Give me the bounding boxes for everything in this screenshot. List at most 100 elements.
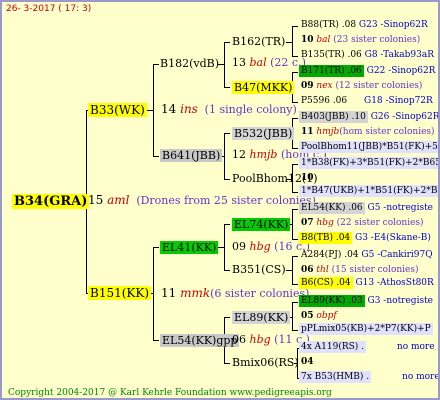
gen4-id[interactable]: B6(CS) .04 — [299, 277, 353, 289]
gen4-line: 09 — [301, 81, 314, 91]
gen2-c-breeder: hbg — [249, 240, 271, 253]
gen4-row: B88(TR) .08 G23 -Sinop62R — [301, 21, 428, 30]
gen4-origin: G3 -notregiste — [367, 296, 434, 306]
connector — [292, 118, 298, 119]
gen2-b-year: 12 — [232, 148, 246, 161]
connector — [292, 164, 298, 165]
gen4-row: 06 thl (15 sister colonies) — [301, 266, 419, 275]
gen4-origin: G23 -Sinop62R — [358, 20, 428, 30]
gen4-row: B171(TR) .06 G22 -Sinop62R — [299, 65, 436, 77]
gen4-row: 04 — [301, 358, 314, 367]
gen2-a-info: 13 bal (22 c.) — [232, 57, 306, 68]
root-info: 15 aml (Drones from 25 sister colonies) — [88, 194, 316, 206]
gen4-id[interactable]: B8(TB) .04 — [299, 232, 353, 244]
gen4-id[interactable]: P5596 .06 — [301, 96, 347, 106]
gen4-row: A284(PJ) .04 G5 -Cankiri97Q — [301, 251, 433, 260]
gen4-breeder: hbg — [316, 218, 334, 228]
gen4-id[interactable]: B88(TR) .08 — [301, 20, 356, 30]
connector — [153, 156, 159, 157]
gen4-id[interactable]: 7x B53(HMB) . — [299, 371, 372, 383]
gen4-breeder: obpf — [316, 311, 337, 321]
gen4-origin: G13 -AthosSt80R — [355, 278, 434, 288]
connector — [292, 302, 298, 303]
gen4-row: 4x A119(RS) . no more — [299, 341, 435, 353]
connector — [224, 270, 230, 271]
gen4-id[interactable]: pPLmix05(KB)+2*P7(KK)+P — [299, 323, 433, 335]
connector — [292, 330, 298, 331]
gen4-line: 04 — [301, 357, 314, 367]
gen4-note: (12 sister colonies) — [335, 81, 423, 91]
gen3-item[interactable]: Bmix06(RS) — [232, 357, 299, 368]
connector — [153, 64, 154, 156]
gen2-b[interactable]: B641(JBB) — [160, 149, 223, 162]
gen3-item[interactable]: EL89(KK) — [232, 311, 291, 324]
gen2-d-breeder: hbg — [249, 333, 271, 346]
gen4-id[interactable]: EL89(KK) .03 — [299, 295, 365, 307]
gen4-row: PoolBhom11(JBB)*B51(FK)+5 — [299, 141, 438, 153]
gen4-breeder: hmjb — [316, 127, 340, 137]
gen4-id[interactable]: PoolBhom11(JBB)*B51(FK)+5 — [299, 141, 438, 153]
connector — [224, 179, 230, 180]
connector — [224, 42, 225, 87]
gen4-id[interactable]: 1*B47(UKB)+1*B51(FK)+2*B65(FK) — [299, 185, 438, 197]
connector — [292, 302, 293, 330]
date-stamp: 26- 3-2017 ( 17: 3) — [6, 4, 92, 14]
connector — [292, 72, 298, 73]
gen4-id[interactable]: 4x A119(RS) . — [299, 341, 367, 353]
gen4-origin: G5 -notregiste — [367, 203, 434, 213]
gen4-line: 11 — [301, 127, 314, 137]
connector — [224, 317, 230, 318]
gen4-row: 11 hmjb(hom sister colonies) — [301, 128, 435, 137]
gen4-row: 07 hbg (22 sister colonies) — [301, 219, 424, 228]
gen4-origin: G18 -Sinop72R — [364, 96, 433, 106]
copyright-link[interactable]: Copyright 2004-2017 @ Karl Kehrle Founda… — [8, 389, 332, 398]
gen4-id[interactable]: 1*B38(FK)+3*B51(FK)+2*B65(FK) — [299, 157, 438, 169]
pedigree-frame: 26- 3-2017 ( 17: 3) B34(GRA) 15 aml (Dro… — [0, 0, 440, 400]
gen3-item[interactable]: EL74(KK) — [232, 218, 291, 231]
connector — [292, 256, 293, 284]
gen3-item[interactable]: B162(TR) — [232, 36, 285, 47]
gen4-line: 05 — [301, 311, 314, 321]
root-year: 15 — [88, 193, 104, 207]
gen4-breeder: bal — [316, 35, 331, 45]
gen4-note: (15 sister colonies) — [331, 265, 419, 275]
gen2-a-year: 13 — [232, 56, 246, 69]
sire-breeder: ins — [180, 102, 198, 116]
sire-queen[interactable]: B33(WK) — [88, 103, 147, 117]
gen2-c[interactable]: EL41(KK) — [160, 241, 219, 254]
gen4-line: 10 — [301, 173, 314, 183]
dam-note: (6 sister colonies) — [210, 287, 310, 300]
gen2-a-breeder: bal — [249, 56, 267, 69]
gen3-item[interactable]: B351(CS) — [232, 264, 286, 275]
gen4-origin: G3 -E4(Skane-B) — [355, 233, 431, 243]
connector — [224, 363, 230, 364]
connector — [224, 133, 230, 134]
connector — [292, 256, 298, 257]
connector — [153, 340, 159, 341]
gen4-breeder: thl — [316, 265, 329, 275]
gen2-b-breeder: hmjb — [249, 148, 278, 161]
gen4-row: 10 bal (23 sister colonies) — [301, 36, 420, 45]
gen2-a[interactable]: B182(vdB) — [160, 58, 219, 69]
gen4-row: B8(TB) .04 G3 -E4(Skane-B) — [299, 232, 431, 244]
gen4-origin: G22 -Sinop62R — [366, 66, 436, 76]
gen3-item[interactable]: B47(MKK) — [232, 81, 295, 94]
gen3-item[interactable]: B532(JBB) — [232, 127, 295, 140]
root-breeder: aml — [107, 193, 130, 207]
gen4-id[interactable]: B171(TR) .06 — [299, 65, 364, 77]
gen4-row: B6(CS) .04 G13 -AthosSt80R — [299, 277, 434, 289]
gen4-row: 10 — [301, 174, 314, 183]
dam-queen[interactable]: B151(KK) — [88, 286, 152, 300]
root-queen[interactable]: B34(GRA) — [12, 194, 90, 209]
gen4-id[interactable]: A284(PJ) .04 — [301, 250, 359, 260]
connector — [292, 26, 293, 56]
gen4-note: (22 sister colonies) — [336, 218, 424, 228]
gen4-id[interactable]: B135(TR) .06 — [301, 50, 362, 60]
gen4-id[interactable]: B403(JBB) .10 — [299, 111, 368, 123]
gen4-origin: G5 -Cankiri97Q — [361, 250, 433, 260]
gen4-row: EL89(KK) .03 G3 -notregiste — [299, 295, 434, 307]
gen4-row: EL54(KK) .06 G5 -notregiste — [299, 202, 434, 214]
dam-breeder: mmk — [180, 286, 211, 300]
gen4-id[interactable]: EL54(KK) .06 — [299, 202, 365, 214]
gen2-d[interactable]: EL54(KK)gpp — [160, 334, 240, 347]
